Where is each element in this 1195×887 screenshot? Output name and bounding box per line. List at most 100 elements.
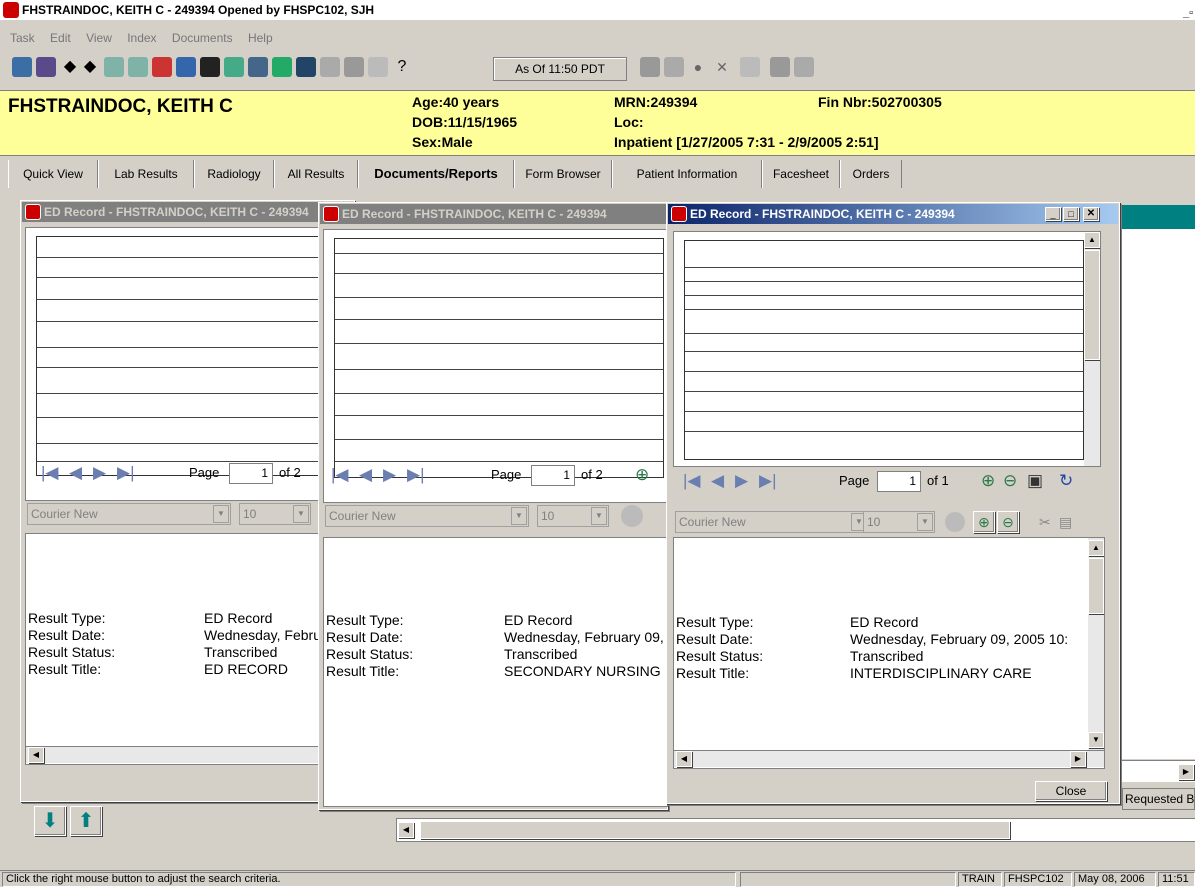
ed-record-window-3[interactable]: ED Record - FHSTRAINDOC, KEITH C - 24939… [666, 202, 1120, 804]
prev-page-icon[interactable]: ◀ [69, 463, 82, 483]
window-1-title[interactable]: ED Record - FHSTRAINDOC, KEITH C - 24939… [22, 202, 353, 222]
rotate-icon[interactable]: ↻ [1059, 471, 1073, 491]
next-page-icon[interactable]: ▶ [383, 465, 396, 485]
maximize-button[interactable]: □ [1063, 207, 1079, 221]
move-up-button[interactable]: ⬆ [70, 806, 102, 836]
printer-icon[interactable] [740, 57, 760, 77]
size-select-1[interactable]: 10 ▼ [239, 503, 311, 525]
zoom-in-text-button[interactable]: ⊕ [973, 511, 995, 533]
zoom-in-icon[interactable]: ⊕ [635, 465, 649, 485]
font-select-3[interactable]: Courier New ▼ [675, 511, 869, 533]
move-down-button[interactable]: ⬇ [34, 806, 66, 836]
grid2-icon[interactable] [128, 57, 148, 77]
tab-orders[interactable]: Orders [840, 160, 902, 188]
table-icon[interactable] [224, 57, 244, 77]
note-icon[interactable] [320, 57, 340, 77]
v-scrollbar-text[interactable]: ▲ ▼ [1088, 538, 1104, 752]
scroll-left-icon[interactable]: ◀ [398, 822, 414, 838]
square-icon[interactable] [200, 57, 220, 77]
chevron-down-icon[interactable]: ▼ [293, 505, 309, 523]
fit-page-icon[interactable]: ▣ [1027, 471, 1043, 491]
copy-icon[interactable]: ▤ [1059, 514, 1072, 531]
minimize-button[interactable]: _ [1045, 207, 1061, 221]
font-select-1[interactable]: Courier New ▼ [27, 503, 231, 525]
scroll-right-icon[interactable]: ▶ [1070, 751, 1086, 767]
menu-help[interactable]: Help [248, 31, 273, 45]
next-page-icon[interactable]: ▶ [735, 471, 748, 491]
tab-documents-reports[interactable]: Documents/Reports [358, 160, 514, 188]
h-scrollbar-3[interactable]: ◀ ▶ [674, 750, 1104, 767]
last-page-icon[interactable]: ▶| [117, 463, 135, 483]
menu-task[interactable]: Task [10, 31, 35, 45]
copy-icon[interactable] [794, 57, 814, 77]
calendar-icon[interactable] [248, 57, 268, 77]
scroll-left-icon[interactable]: ◀ [676, 751, 692, 767]
back-icon[interactable]: ◆ [60, 57, 80, 77]
chevron-down-icon[interactable]: ▼ [511, 507, 527, 525]
window-icon[interactable] [770, 57, 790, 77]
menu-view[interactable]: View [86, 31, 112, 45]
grid-icon[interactable] [104, 57, 124, 77]
last-page-icon[interactable]: ▶| [759, 471, 777, 491]
cut-icon[interactable]: ✂ [1039, 514, 1051, 531]
close-button[interactable]: Close [1035, 781, 1107, 801]
zoom-in-icon[interactable]: ⊕ [981, 471, 995, 491]
prev-page-icon[interactable]: ◀ [711, 471, 724, 491]
forward-icon[interactable]: ◆ [80, 57, 100, 77]
close-window-button[interactable]: ✕ [1083, 207, 1099, 221]
page-number-input[interactable]: 1 [877, 471, 921, 492]
first-page-icon[interactable]: |◀ [331, 465, 349, 485]
scroll-thumb[interactable] [1084, 250, 1100, 360]
list-icon[interactable] [664, 57, 684, 77]
tool-icon[interactable] [344, 57, 364, 77]
tab-all-results[interactable]: All Results [274, 160, 358, 188]
globe-icon[interactable] [152, 57, 172, 77]
first-page-icon[interactable]: |◀ [41, 463, 59, 483]
scroll-right-icon[interactable]: ▶ [1178, 764, 1194, 780]
menu-index[interactable]: Index [127, 31, 156, 45]
tab-quick-view[interactable]: Quick View [8, 160, 98, 188]
tab-lab-results[interactable]: Lab Results [98, 160, 194, 188]
page-number-input[interactable]: 1 [531, 465, 575, 486]
size-select-2[interactable]: 10 ▼ [537, 505, 609, 527]
ed-record-window-1[interactable]: ED Record - FHSTRAINDOC, KEITH C - 24939… [20, 200, 355, 802]
chevron-down-icon[interactable]: ▼ [917, 513, 933, 531]
format-icon[interactable] [945, 512, 965, 532]
link-icon[interactable] [640, 57, 660, 77]
screen-icon[interactable] [296, 57, 316, 77]
scroll-up-icon[interactable]: ▲ [1084, 232, 1100, 248]
scroll-thumb[interactable] [1088, 558, 1104, 614]
h-scrollbar-1[interactable]: ◀ [26, 746, 347, 763]
search-icon[interactable]: ● [688, 57, 708, 77]
world-icon[interactable] [272, 57, 292, 77]
chevron-down-icon[interactable]: ▼ [213, 505, 229, 523]
menu-edit[interactable]: Edit [50, 31, 71, 45]
next-page-icon[interactable]: ▶ [93, 463, 106, 483]
as-of-button[interactable]: As Of 11:50 PDT [493, 57, 627, 81]
patient-icon[interactable] [12, 57, 32, 77]
print-icon[interactable] [368, 57, 388, 77]
menu-documents[interactable]: Documents [172, 31, 233, 45]
window-2-title[interactable]: ED Record - FHSTRAINDOC, KEITH C - 24939… [320, 204, 666, 224]
scroll-left-icon[interactable]: ◀ [28, 747, 44, 763]
chart-icon[interactable] [36, 57, 56, 77]
tab-patient-information[interactable]: Patient Information [612, 160, 762, 188]
scroll-up-icon[interactable]: ▲ [1088, 540, 1104, 556]
zoom-out-icon[interactable]: ⊖ [1003, 471, 1017, 491]
delete-icon[interactable]: ✕ [712, 57, 732, 77]
size-select-3[interactable]: 10 ▼ [863, 511, 935, 533]
font-select-2[interactable]: Courier New ▼ [325, 505, 529, 527]
last-page-icon[interactable]: ▶| [407, 465, 425, 485]
tab-radiology[interactable]: Radiology [194, 160, 274, 188]
scroll-down-icon[interactable]: ▼ [1088, 732, 1104, 748]
tab-form-browser[interactable]: Form Browser [514, 160, 612, 188]
chevron-down-icon[interactable]: ▼ [591, 507, 607, 525]
v-scrollbar-doc[interactable]: ▲ [1084, 232, 1100, 466]
prev-page-icon[interactable]: ◀ [359, 465, 372, 485]
diamond-icon[interactable] [176, 57, 196, 77]
page-number-input[interactable]: 1 [229, 463, 273, 484]
requested-by-column[interactable]: Requested B [1122, 788, 1195, 810]
help-icon[interactable]: ? [392, 57, 412, 77]
tab-facesheet[interactable]: Facesheet [762, 160, 840, 188]
first-page-icon[interactable]: |◀ [683, 471, 701, 491]
